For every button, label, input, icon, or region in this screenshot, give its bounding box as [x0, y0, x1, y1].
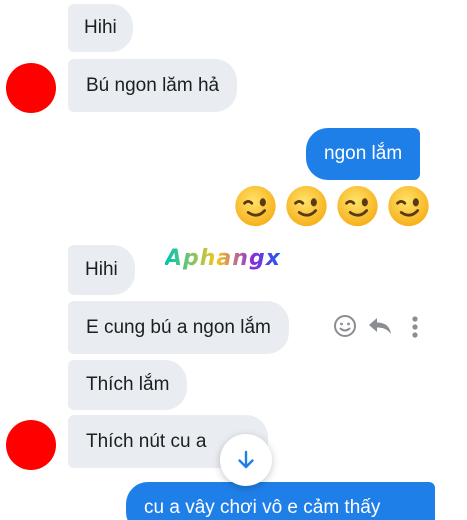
message-text: E cung bú a ngon lắm	[86, 317, 271, 338]
winking-face-emoji	[235, 185, 276, 227]
more-options-icon[interactable]	[410, 314, 420, 340]
reply-arrow-icon[interactable]	[367, 315, 393, 337]
smiley-react-icon[interactable]	[333, 314, 357, 338]
winking-face-emoji	[388, 185, 429, 227]
message-text: Thích lắm	[86, 374, 170, 395]
emoji-message[interactable]	[232, 184, 432, 228]
message-text: ngon lắm	[324, 143, 403, 164]
winking-face-emoji	[337, 185, 378, 227]
arrow-down-icon	[238, 450, 254, 469]
message-bubble-incoming[interactable]: Hihi	[68, 245, 135, 295]
message-bubble-incoming[interactable]: Bú ngon lăm hả	[68, 59, 238, 112]
scroll-to-bottom-button[interactable]	[220, 434, 272, 486]
message-text: Hihi	[85, 259, 118, 280]
message-text: cu a vây chơi vô e cảm thấy	[144, 497, 381, 518]
message-bubble-incoming[interactable]: Thích lắm	[68, 360, 188, 410]
message-text: Thích nút cu a	[86, 431, 207, 452]
message-bubble-outgoing[interactable]: ngon lắm	[306, 128, 421, 180]
message-text: Hihi	[84, 17, 117, 38]
message-bubble-outgoing[interactable]: cu a vây chơi vô e cảm thấy	[126, 482, 435, 520]
message-bubble-incoming[interactable]: Hihi	[68, 4, 133, 52]
message-text: Bú ngon lăm hả	[86, 75, 220, 96]
watermark: Aphangx	[165, 246, 281, 271]
avatar[interactable]	[6, 63, 56, 113]
avatar[interactable]	[6, 420, 56, 470]
winking-face-emoji	[286, 185, 327, 227]
message-bubble-incoming[interactable]: E cung bú a ngon lắm	[68, 301, 289, 354]
